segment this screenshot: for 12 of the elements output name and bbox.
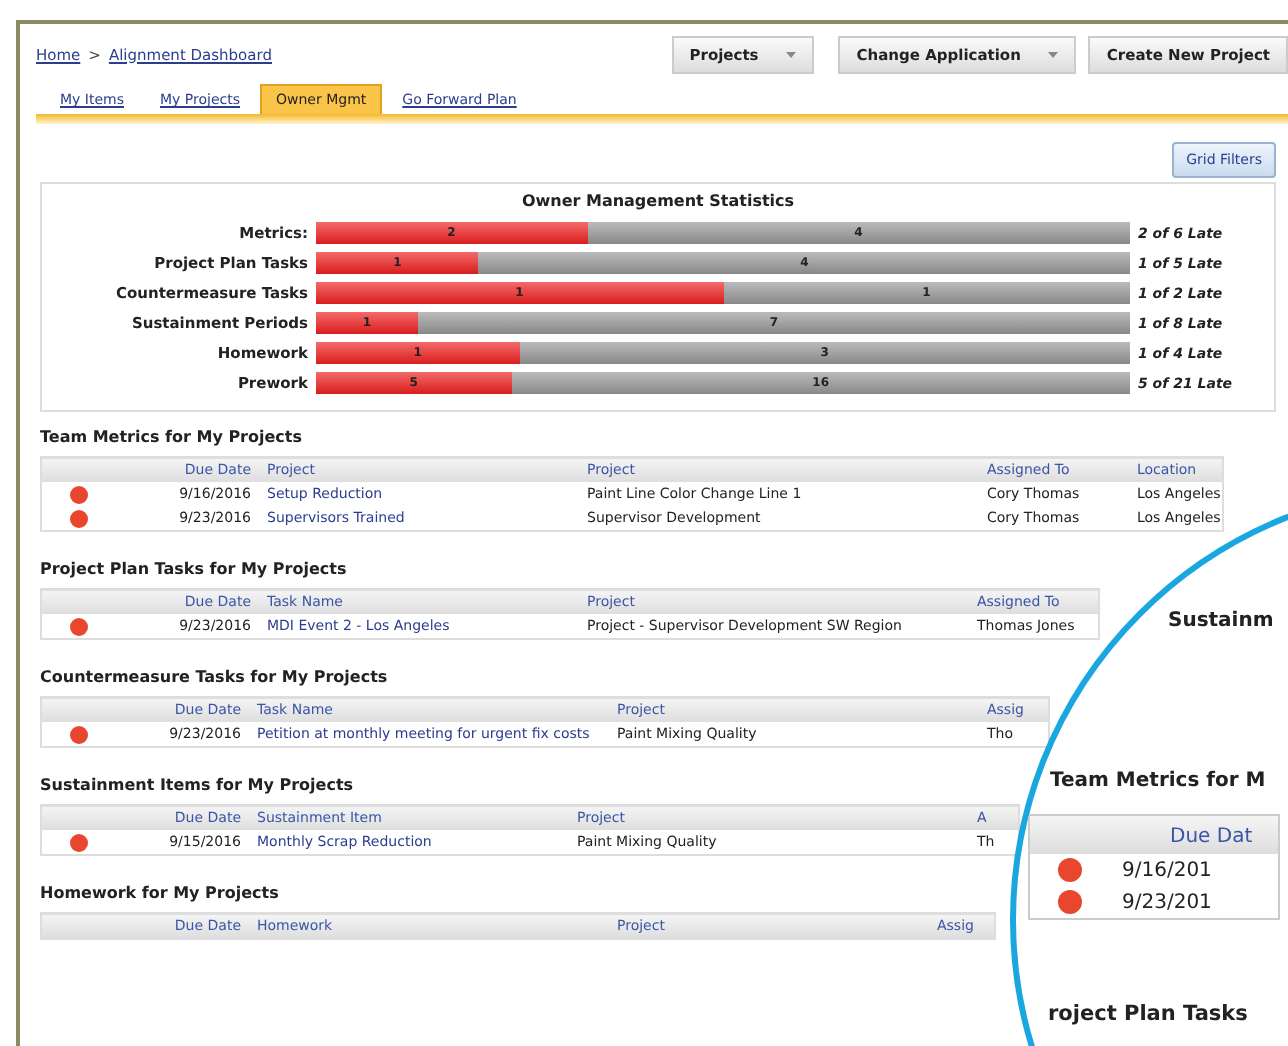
magnified-text: Sustainm bbox=[1168, 610, 1274, 632]
section-title: Project Plan Tasks for My Projects bbox=[40, 560, 347, 578]
magnified-section-title: Team Metrics for M bbox=[1050, 770, 1266, 792]
magnified-date: 9/23/201 bbox=[1122, 891, 1212, 913]
magnified-section-title: roject Plan Tasks bbox=[1048, 1002, 1248, 1026]
magnified-date: 9/16/201 bbox=[1122, 859, 1212, 881]
section-title: Sustainment Items for My Projects bbox=[40, 776, 354, 794]
section-title: Countermeasure Tasks for My Projects bbox=[40, 668, 388, 686]
magnified-column-header: Due Dat bbox=[1030, 816, 1278, 854]
section-title: Homework for My Projects bbox=[40, 884, 279, 902]
statistics-title: Owner Management Statistics bbox=[519, 192, 797, 210]
section-title: Team Metrics for My Projects bbox=[40, 428, 302, 446]
